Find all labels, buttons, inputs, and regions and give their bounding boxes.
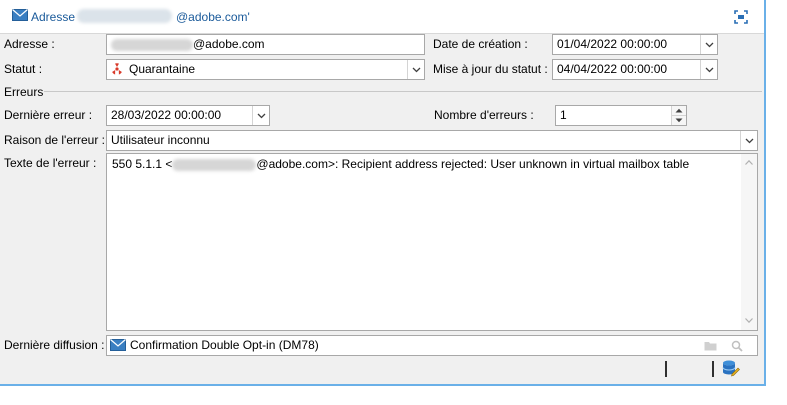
nombre-erreurs-label: Nombre d'erreurs :: [434, 108, 534, 122]
window-title-bar: Adresse @adobe.com': [0, 0, 764, 34]
adresse-field[interactable]: @adobe.com: [106, 34, 425, 55]
derniere-erreur-field[interactable]: 28/03/2022 00:00:00: [106, 105, 270, 126]
derniere-diffusion-field[interactable]: Confirmation Double Opt-in (DM78): [106, 335, 758, 356]
erreurs-section-label: Erreurs: [4, 85, 44, 99]
derniere-diffusion-value: Confirmation Double Opt-in (DM78): [130, 338, 319, 352]
chevron-down-icon: [745, 138, 754, 144]
statut-label: Statut :: [4, 62, 43, 76]
scroll-up-icon[interactable]: [745, 160, 753, 165]
derniere-diffusion-label: Dernière diffusion :: [4, 338, 105, 352]
status-bar: [0, 355, 764, 384]
nombre-erreurs-spinner[interactable]: 1: [555, 105, 687, 126]
date-creation-label: Date de création :: [433, 37, 528, 51]
expand-icon[interactable]: [734, 10, 748, 24]
status-separator: [665, 361, 667, 377]
magnifier-icon[interactable]: [731, 340, 743, 352]
radiation-icon: [112, 63, 122, 75]
texte-erreur-content: 550 5.1.1 < @adobe.com>: Recipient addres…: [112, 157, 689, 171]
statut-select[interactable]: Quarantaine: [106, 59, 425, 80]
texte-erreur-label: Texte de l'erreur :: [4, 156, 97, 170]
maj-statut-label: Mise à jour du statut :: [433, 62, 548, 76]
raison-dropdown-button[interactable]: [740, 131, 757, 150]
statut-dropdown-button[interactable]: [407, 60, 424, 79]
spinner-up-button[interactable]: [672, 106, 686, 115]
texte-erreur-prefix: 550 5.1.1 <: [112, 157, 173, 171]
derniere-erreur-value: 28/03/2022 00:00:00: [111, 108, 222, 122]
chevron-down-icon: [705, 42, 714, 48]
envelope-icon: [12, 9, 28, 21]
adresse-domain: @adobe.com: [193, 37, 265, 51]
database-icon[interactable]: [722, 359, 740, 377]
derniere-erreur-dropdown-button[interactable]: [252, 106, 269, 125]
date-creation-field[interactable]: 01/04/2022 00:00:00: [552, 34, 718, 55]
chevron-down-icon: [257, 113, 266, 119]
spinner-down-button[interactable]: [672, 115, 686, 125]
window-title-label: Adresse: [31, 10, 76, 24]
texte-erreur-suffix: @adobe.com>: Recipient address rejected:…: [256, 157, 690, 171]
derniere-erreur-label: Dernière erreur :: [4, 108, 93, 122]
section-divider: [44, 91, 762, 92]
chevron-down-icon: [705, 67, 714, 73]
raison-select[interactable]: Utilisateur inconnu: [106, 130, 758, 151]
chevron-down-icon: [675, 118, 683, 123]
statut-value: Quarantaine: [129, 62, 196, 76]
vertical-scrollbar[interactable]: [741, 154, 757, 330]
spinner-buttons: [671, 106, 686, 125]
window-title-domain: @adobe.com': [176, 10, 250, 24]
maj-statut-value: 04/04/2022 00:00:00: [557, 62, 668, 76]
raison-label: Raison de l'erreur :: [4, 133, 106, 147]
texte-erreur-textarea[interactable]: 550 5.1.1 < @adobe.com>: Recipient addres…: [106, 153, 758, 331]
adresse-label: Adresse :: [4, 37, 55, 51]
chevron-down-icon: [412, 67, 421, 73]
status-separator: [712, 361, 714, 377]
chevron-up-icon: [675, 108, 683, 113]
envelope-icon: [110, 339, 126, 351]
maj-statut-field[interactable]: 04/04/2022 00:00:00: [552, 59, 718, 80]
redacted-email-title: [77, 9, 172, 23]
redacted-email: [172, 158, 257, 171]
date-creation-value: 01/04/2022 00:00:00: [557, 37, 668, 51]
folder-icon[interactable]: [704, 340, 717, 351]
nombre-erreurs-value: 1: [560, 108, 567, 122]
raison-value: Utilisateur inconnu: [111, 133, 210, 147]
maj-statut-dropdown-button[interactable]: [700, 60, 717, 79]
quarantine-window: Adresse @adobe.com' Adresse : @adobe.com…: [0, 0, 766, 386]
scroll-down-icon[interactable]: [745, 318, 753, 323]
redacted-email: [111, 38, 193, 51]
date-creation-dropdown-button[interactable]: [700, 35, 717, 54]
